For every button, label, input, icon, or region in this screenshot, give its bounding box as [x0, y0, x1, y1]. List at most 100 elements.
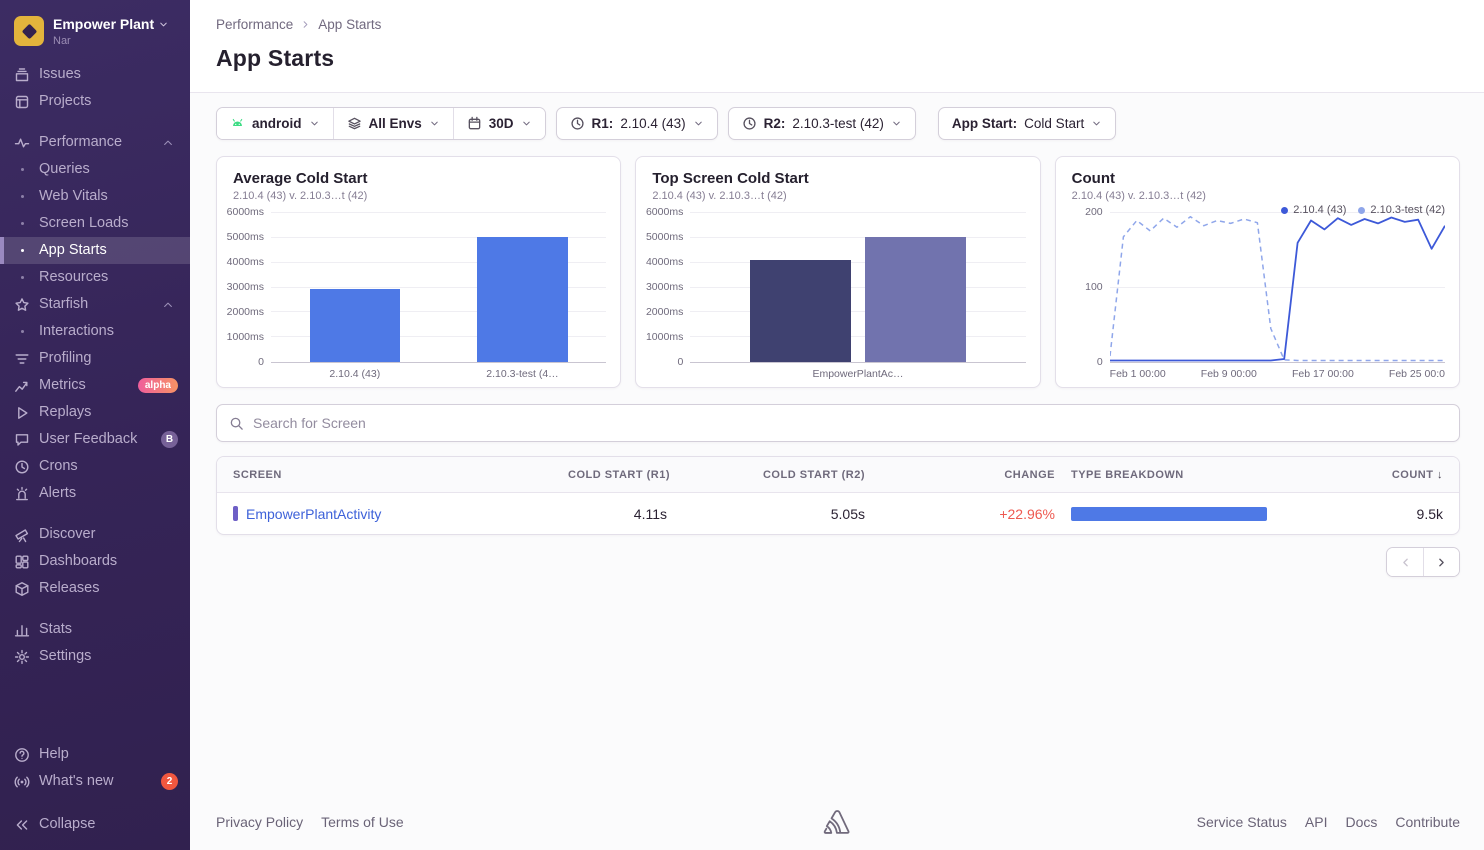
change-cell: +22.96% — [873, 506, 1063, 522]
sidebar-item-web-vitals[interactable]: Web Vitals — [0, 183, 190, 210]
release1-filter-button[interactable]: R1: 2.10.4 (43) — [556, 107, 718, 140]
chart-title: Top Screen Cold Start — [652, 170, 1023, 187]
sidebar-item-label: Dashboards — [39, 553, 117, 570]
column-header-count[interactable]: COUNT ↓ — [1321, 469, 1451, 481]
sidebar-item-projects[interactable]: Projects — [0, 88, 190, 115]
x-axis-label: Feb 25 00:0 — [1389, 368, 1445, 381]
x-axis-labels: Feb 1 00:00Feb 9 00:00Feb 17 00:00Feb 25… — [1110, 363, 1445, 381]
y-tick-label: 3000ms — [227, 281, 264, 293]
column-header-cold-start-r1[interactable]: COLD START (R1) — [560, 469, 675, 481]
footer-link-docs[interactable]: Docs — [1346, 814, 1378, 830]
sidebar-item-discover[interactable]: Discover — [0, 521, 190, 548]
screen-link[interactable]: EmpowerPlantActivity — [246, 506, 381, 522]
sidebar-item-replays[interactable]: Replays — [0, 399, 190, 426]
chart-card-average-cold-start: Average Cold Start 2.10.4 (43) v. 2.10.3… — [216, 156, 621, 388]
sidebar-item-crons[interactable]: Crons — [0, 453, 190, 480]
release2-filter-button[interactable]: R2: 2.10.3-test (42) — [728, 107, 916, 140]
chevron-down-icon — [521, 118, 532, 129]
sidebar-item-help[interactable]: Help — [0, 741, 190, 768]
y-tick-label: 1000ms — [646, 331, 683, 343]
footer-link-privacy-policy[interactable]: Privacy Policy — [216, 814, 303, 830]
sidebar-item-app-starts[interactable]: App Starts — [0, 237, 190, 264]
sidebar-item-performance[interactable]: Performance — [0, 129, 190, 156]
screens-table: SCREENCOLD START (R1)COLD START (R2)CHAN… — [216, 456, 1460, 535]
starfish-icon — [14, 297, 30, 313]
sidebar-item-issues[interactable]: Issues — [0, 61, 190, 88]
sidebar-item-releases[interactable]: Releases — [0, 575, 190, 602]
footer-link-terms-of-use[interactable]: Terms of Use — [321, 814, 403, 830]
chevron-down-icon — [1091, 118, 1102, 129]
footer-link-service-status[interactable]: Service Status — [1197, 814, 1287, 830]
column-header-type-breakdown[interactable]: TYPE BREAKDOWN — [1063, 469, 1321, 481]
type-breakdown-cell[interactable] — [1063, 507, 1321, 521]
x-axis-label: 2.10.4 (43) — [329, 368, 380, 380]
previous-page-button[interactable] — [1387, 548, 1423, 576]
date-filter-button[interactable]: 30D — [453, 108, 545, 139]
release1-prefix: R1: — [592, 116, 614, 131]
sidebar-item-profiling[interactable]: Profiling — [0, 345, 190, 372]
x-axis-label: 2.10.3-test (4… — [486, 368, 558, 380]
table-header: SCREENCOLD START (R1)COLD START (R2)CHAN… — [217, 457, 1459, 493]
environment-filter-button[interactable]: All Envs — [333, 108, 453, 139]
sidebar-item-label: Crons — [39, 458, 78, 475]
app-start-value: Cold Start — [1024, 116, 1084, 131]
org-switcher[interactable]: Empower Plant Nar — [0, 12, 190, 59]
legend-item[interactable]: 2.10.4 (43) — [1281, 204, 1346, 216]
project-filter-button[interactable]: android — [217, 108, 333, 139]
column-header-cold-start-r2[interactable]: COLD START (R2) — [675, 469, 873, 481]
breakdown-bar[interactable] — [1071, 507, 1267, 521]
profiling-icon — [14, 351, 30, 367]
chevron-down-icon — [891, 118, 902, 129]
footer-link-api[interactable]: API — [1305, 814, 1328, 830]
footer-link-contribute[interactable]: Contribute — [1395, 814, 1460, 830]
charts-row: Average Cold Start 2.10.4 (43) v. 2.10.3… — [216, 156, 1460, 388]
sidebar-item-queries[interactable]: Queries — [0, 156, 190, 183]
sentry-logo-icon[interactable] — [822, 809, 852, 836]
sidebar-item-settings[interactable]: Settings — [0, 643, 190, 670]
chevron-right-icon — [1435, 556, 1448, 569]
y-tick-label: 100 — [1085, 281, 1103, 293]
org-name: Empower Plant — [53, 16, 154, 32]
sidebar-nav: IssuesProjects PerformanceQueriesWeb Vita… — [0, 59, 190, 670]
page-footer: Privacy Policy Terms of Use Service Statu… — [190, 798, 1484, 850]
release2-value: 2.10.3-test (42) — [792, 116, 884, 131]
issues-icon — [14, 67, 30, 83]
environment-filter-label: All Envs — [369, 116, 422, 131]
page-header: Performance App Starts App Starts — [190, 0, 1484, 93]
pagination — [216, 547, 1460, 577]
sidebar-item-starfish[interactable]: Starfish — [0, 291, 190, 318]
breadcrumb-performance[interactable]: Performance — [216, 17, 293, 32]
sidebar-item-label: Stats — [39, 621, 72, 638]
bars — [690, 213, 1025, 362]
sidebar-item-label: Discover — [39, 526, 95, 543]
sidebar-item-what-s-new[interactable]: What's new2 — [0, 768, 190, 795]
beta-badge: B — [161, 431, 178, 448]
sidebar-item-stats[interactable]: Stats — [0, 616, 190, 643]
y-tick-label: 4000ms — [227, 256, 264, 268]
date-filter-label: 30D — [489, 116, 514, 131]
count-line-chart: 0100200Feb 1 00:00Feb 9 00:00Feb 17 00:0… — [1064, 213, 1445, 381]
x-axis-labels: EmpowerPlantAc… — [690, 363, 1025, 381]
performance-icon — [14, 135, 30, 151]
releases-icon — [14, 581, 30, 597]
chart-title: Average Cold Start — [233, 170, 604, 187]
chart-plot — [1110, 213, 1445, 363]
screen-search-input[interactable] — [253, 415, 1447, 431]
page-content: android All Envs 30D R1: 2.10.4 (43) — [190, 93, 1484, 577]
clock-icon — [570, 116, 585, 131]
sidebar-item-dashboards[interactable]: Dashboards — [0, 548, 190, 575]
next-page-button[interactable] — [1423, 548, 1459, 576]
sidebar-item-screen-loads[interactable]: Screen Loads — [0, 210, 190, 237]
sidebar-item-resources[interactable]: Resources — [0, 264, 190, 291]
sidebar-item-collapse[interactable]: Collapse — [0, 811, 190, 838]
legend-item[interactable]: 2.10.3-test (42) — [1358, 204, 1445, 216]
sidebar-item-alerts[interactable]: Alerts — [0, 480, 190, 507]
bullet-icon — [14, 330, 30, 333]
sidebar-item-interactions[interactable]: Interactions — [0, 318, 190, 345]
sidebar-item-metrics[interactable]: Metricsalpha — [0, 372, 190, 399]
sidebar-item-user-feedback[interactable]: User FeedbackB — [0, 426, 190, 453]
column-header-change[interactable]: CHANGE — [873, 469, 1063, 481]
column-header-screen[interactable]: SCREEN — [225, 469, 560, 481]
sidebar-item-label: Screen Loads — [39, 215, 128, 232]
app-start-filter-button[interactable]: App Start: Cold Start — [938, 107, 1116, 140]
